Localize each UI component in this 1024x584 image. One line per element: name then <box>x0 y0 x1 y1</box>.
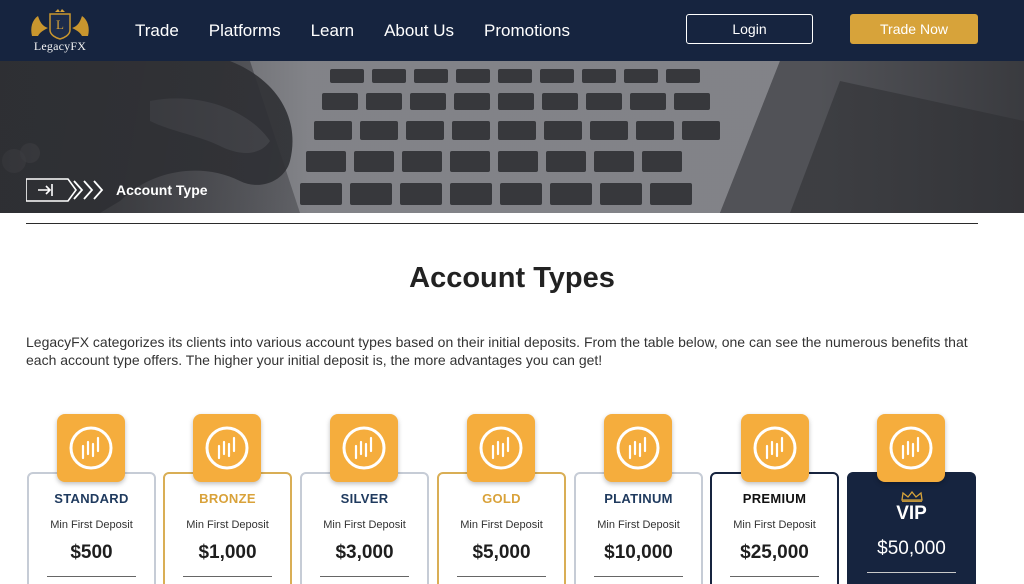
account-card-gold[interactable]: GOLD Min First Deposit $5,000 <box>437 472 566 584</box>
card-divider <box>594 576 683 577</box>
candlestick-chart-icon <box>69 426 113 470</box>
logo-emblem: L <box>31 9 89 40</box>
card-divider <box>730 576 819 577</box>
card-divider <box>457 576 546 577</box>
breadcrumb-current: Account Type <box>116 182 208 198</box>
min-deposit-value: $1,000 <box>198 542 257 563</box>
site-header: L LegacyFX Trade Platforms Learn About U… <box>0 0 1024 61</box>
account-name: BRONZE <box>199 491 256 506</box>
enter-chevrons-icon <box>26 178 104 202</box>
legacyfx-logo[interactable]: L LegacyFX <box>22 8 98 54</box>
account-icon-premium <box>741 414 809 482</box>
nav-platforms[interactable]: Platforms <box>209 21 281 41</box>
card-divider <box>183 576 272 577</box>
account-name: GOLD <box>482 491 521 506</box>
main-nav: Trade Platforms Learn About Us Promotion… <box>120 0 585 61</box>
account-icon-vip <box>877 414 945 482</box>
crown-icon <box>901 491 923 502</box>
account-name: STANDARD <box>54 491 129 506</box>
min-deposit-value: $500 <box>70 542 113 563</box>
candlestick-chart-icon <box>889 426 933 470</box>
account-card-silver[interactable]: SILVER Min First Deposit $3,000 <box>300 472 429 584</box>
account-icon-bronze <box>193 414 261 482</box>
min-deposit-label: Min First Deposit <box>186 519 269 531</box>
hero-banner: Account Type <box>0 61 1024 213</box>
account-card-vip[interactable]: VIP $50,000 <box>847 472 976 584</box>
candlestick-chart-icon <box>616 426 660 470</box>
account-icon-silver <box>330 414 398 482</box>
svg-text:L: L <box>56 17 64 32</box>
account-card-standard[interactable]: STANDARD Min First Deposit $500 <box>27 472 156 584</box>
account-name: PLATINUM <box>604 491 673 506</box>
account-card-bronze[interactable]: BRONZE Min First Deposit $1,000 <box>163 472 292 584</box>
card-divider <box>320 576 409 577</box>
min-deposit-label: Min First Deposit <box>460 519 543 531</box>
section-divider <box>26 223 978 224</box>
candlestick-chart-icon <box>479 426 523 470</box>
card-divider <box>47 576 136 577</box>
account-icon-gold <box>467 414 535 482</box>
account-icon-standard <box>57 414 125 482</box>
min-deposit-label: Min First Deposit <box>597 519 680 531</box>
min-deposit-label: Min First Deposit <box>50 519 133 531</box>
intro-paragraph: LegacyFX categorizes its clients into va… <box>26 334 968 368</box>
account-name: SILVER <box>340 491 389 506</box>
min-deposit-label: Min First Deposit <box>323 519 406 531</box>
trade-now-button[interactable]: Trade Now <box>850 14 978 44</box>
account-card-premium[interactable]: PREMIUM Min First Deposit $25,000 <box>710 472 839 584</box>
min-deposit-value: $5,000 <box>472 542 531 563</box>
min-deposit-label: Min First Deposit <box>733 519 816 531</box>
page-title: Account Types <box>409 262 615 294</box>
candlestick-chart-icon <box>205 426 249 470</box>
card-divider <box>867 572 956 573</box>
min-deposit-value: $25,000 <box>740 542 809 563</box>
candlestick-chart-icon <box>753 426 797 470</box>
account-icon-platinum <box>604 414 672 482</box>
nav-promotions[interactable]: Promotions <box>484 21 570 41</box>
account-card-platinum[interactable]: PLATINUM Min First Deposit $10,000 <box>574 472 703 584</box>
nav-trade[interactable]: Trade <box>135 21 179 41</box>
login-button[interactable]: Login <box>686 14 813 44</box>
nav-about-us[interactable]: About Us <box>384 21 454 41</box>
breadcrumb: Account Type <box>26 178 208 202</box>
nav-learn[interactable]: Learn <box>311 21 354 41</box>
candlestick-chart-icon <box>342 426 386 470</box>
account-name: VIP <box>896 503 927 524</box>
logo-text: LegacyFX <box>33 39 87 53</box>
min-deposit-value: $3,000 <box>335 542 394 563</box>
min-deposit-value: $10,000 <box>604 542 673 563</box>
min-deposit-value: $50,000 <box>877 538 946 559</box>
account-name: PREMIUM <box>742 491 807 506</box>
